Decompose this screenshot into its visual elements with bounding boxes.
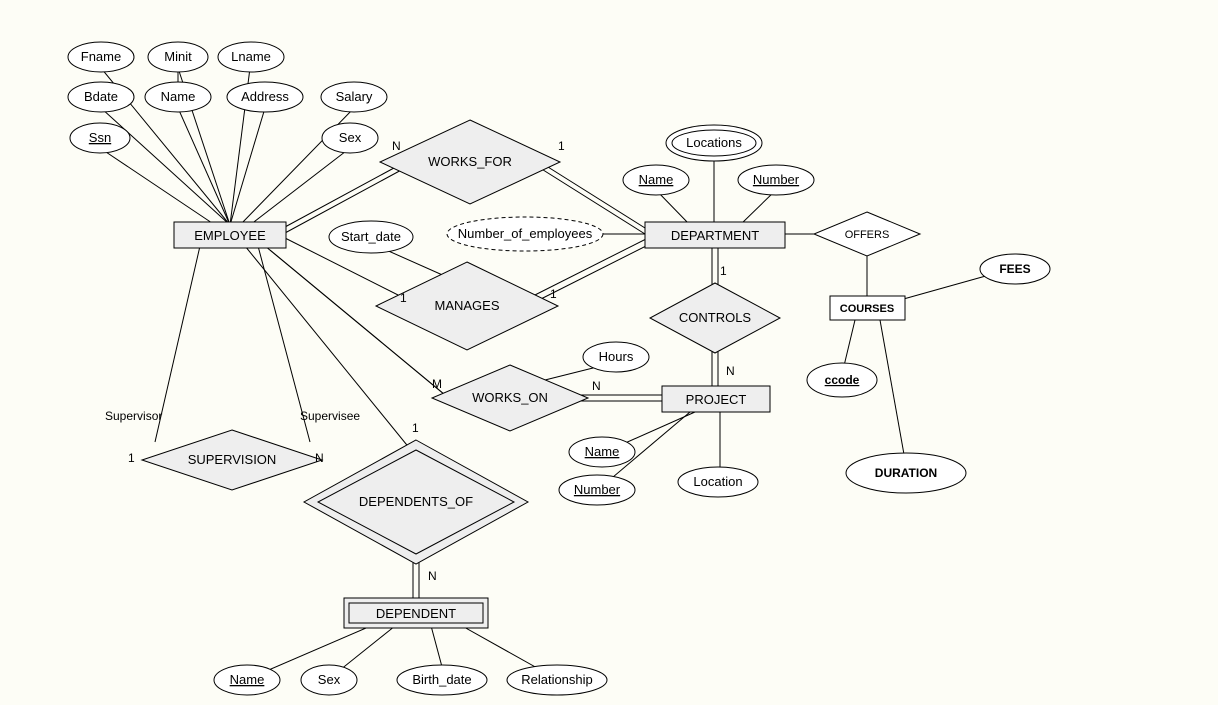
attr-sex-dep-label: Sex xyxy=(318,672,341,687)
attr-number-dept-label: Number xyxy=(753,172,800,187)
card-dependents-1: 1 xyxy=(412,421,419,435)
entity-dependent-label: DEPENDENT xyxy=(376,606,456,621)
rel-manages-label: MANAGES xyxy=(434,298,499,313)
attr-name-proj: Name xyxy=(569,437,635,467)
attr-sex-dep: Sex xyxy=(301,665,357,695)
attr-name-proj-label: Name xyxy=(585,444,620,459)
card-controls-proj: N xyxy=(726,364,735,378)
attr-name-dep: Name xyxy=(214,665,280,695)
attr-name-dept-label: Name xyxy=(639,172,674,187)
attr-relationship: Relationship xyxy=(507,665,607,695)
attr-salary: Salary xyxy=(321,82,387,112)
card-works-for-emp: N xyxy=(392,139,401,153)
attr-bdate-label: Bdate xyxy=(84,89,118,104)
attr-lname-label: Lname xyxy=(231,49,271,64)
attr-address: Address xyxy=(227,82,303,112)
attr-minit-label: Minit xyxy=(164,49,192,64)
entity-department: DEPARTMENT xyxy=(645,222,785,248)
card-controls-dept: 1 xyxy=(720,264,727,278)
attr-ssn-label: Ssn xyxy=(89,130,111,145)
card-supervision-1: 1 xyxy=(128,451,135,465)
role-supervisor: Supervisor xyxy=(105,409,162,423)
rel-offers-label: OFFERS xyxy=(845,229,890,241)
attr-minit: Minit xyxy=(148,42,208,72)
attr-salary-label: Salary xyxy=(336,89,373,104)
attr-location-proj: Location xyxy=(678,467,758,497)
entity-project: PROJECT xyxy=(662,386,770,412)
attr-start-date: Start_date xyxy=(329,221,413,253)
attr-locations-label: Locations xyxy=(686,135,742,150)
role-supervisee: Supervisee xyxy=(300,409,360,423)
attr-fname: Fname xyxy=(68,42,134,72)
attr-name-dep-label: Name xyxy=(230,672,265,687)
attr-fees: FEES xyxy=(980,254,1050,284)
attr-ccode-label: ccode xyxy=(825,373,860,387)
entity-department-label: DEPARTMENT xyxy=(671,228,759,243)
attr-relationship-label: Relationship xyxy=(521,672,593,687)
card-dependents-n: N xyxy=(428,569,437,583)
attr-sex-label: Sex xyxy=(339,130,362,145)
attr-duration: DURATION xyxy=(846,453,966,493)
attr-location-proj-label: Location xyxy=(693,474,742,489)
attr-bdate: Bdate xyxy=(68,82,134,112)
card-works-for-dept: 1 xyxy=(558,139,565,153)
attr-number-proj-label: Number xyxy=(574,482,621,497)
rel-works-for-label: WORKS_FOR xyxy=(428,154,512,169)
attr-num-emp-label: Number_of_employees xyxy=(458,226,593,241)
rel-supervision-label: SUPERVISION xyxy=(188,452,277,467)
attr-lname: Lname xyxy=(218,42,284,72)
card-manages-emp: 1 xyxy=(400,291,407,305)
rel-controls-label: CONTROLS xyxy=(679,310,752,325)
attr-hours: Hours xyxy=(583,342,649,372)
er-diagram: Fname Minit Lname Bdate Name Address Sal… xyxy=(0,0,1218,705)
rel-works-on-label: WORKS_ON xyxy=(472,390,548,405)
attr-hours-label: Hours xyxy=(599,349,634,364)
attr-birth-date: Birth_date xyxy=(397,665,487,695)
attr-fname-label: Fname xyxy=(81,49,121,64)
entity-dependent: DEPENDENT xyxy=(344,598,488,628)
attr-name-emp-label: Name xyxy=(161,89,196,104)
entity-employee-label: EMPLOYEE xyxy=(194,228,266,243)
attr-num-emp: Number_of_employees xyxy=(447,217,603,251)
attr-number-dept: Number xyxy=(738,165,814,195)
card-supervision-n: N xyxy=(315,451,324,465)
entity-courses-label: COURSES xyxy=(840,303,894,315)
attr-duration-label: DURATION xyxy=(875,466,937,480)
attr-name-dept: Name xyxy=(623,165,689,195)
attr-ssn: Ssn xyxy=(70,123,130,153)
card-works-on-emp: M xyxy=(432,377,442,391)
attr-start-date-label: Start_date xyxy=(341,229,401,244)
card-manages-dept: 1 xyxy=(550,287,557,301)
attr-sex: Sex xyxy=(322,123,378,153)
card-works-on-proj: N xyxy=(592,379,601,393)
rel-dependents-of-label: DEPENDENTS_OF xyxy=(359,494,473,509)
attr-name-emp: Name xyxy=(145,82,211,112)
attr-ccode: ccode xyxy=(807,363,877,397)
attr-fees-label: FEES xyxy=(999,262,1030,276)
attr-birth-date-label: Birth_date xyxy=(412,672,471,687)
attr-number-proj: Number xyxy=(559,475,635,505)
attr-locations: Locations xyxy=(666,125,762,161)
entity-project-label: PROJECT xyxy=(686,392,747,407)
attr-address-label: Address xyxy=(241,89,289,104)
entity-courses: COURSES xyxy=(830,296,905,320)
entity-employee: EMPLOYEE xyxy=(174,222,286,248)
